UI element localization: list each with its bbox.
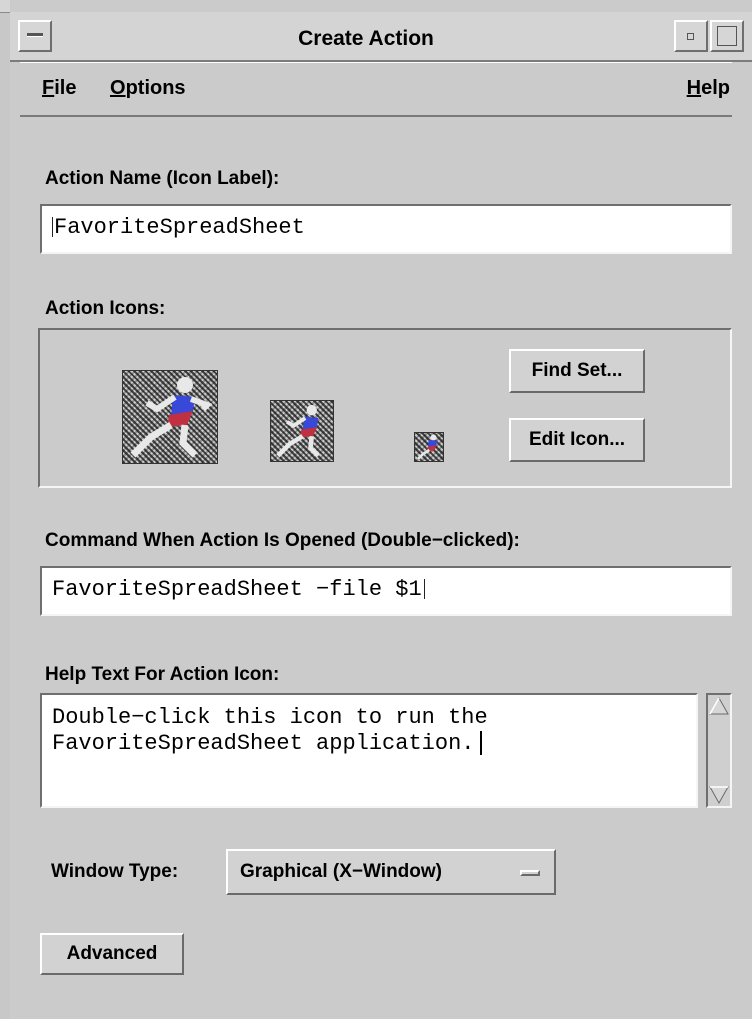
menu-bar: File Options Help: [20, 62, 732, 117]
window-type-option-menu[interactable]: Graphical (X−Window): [226, 849, 556, 895]
help-text-line-2: FavoriteSpreadSheet application.: [52, 731, 686, 757]
window-type-selected: Graphical (X−Window): [240, 861, 442, 882]
runner-icon-medium[interactable]: [270, 400, 334, 462]
maximize-icon[interactable]: [710, 20, 744, 52]
action-name-field[interactable]: FavoriteSpreadSheet: [40, 204, 732, 254]
command-value: FavoriteSpreadSheet −file $1: [52, 577, 422, 602]
scroll-down-arrow-icon[interactable]: [708, 784, 730, 806]
help-text-line-1: Double−click this icon to run the: [52, 705, 488, 730]
find-set-button[interactable]: Find Set...: [509, 349, 645, 393]
action-icons-label: Action Icons:: [45, 298, 166, 319]
help-text-cursor-icon: [480, 731, 483, 756]
menu-file-label: ile: [54, 77, 77, 99]
option-menu-indicator-icon: [520, 870, 540, 876]
title-bar[interactable]: Create Action: [10, 12, 752, 62]
help-text-line-2-text: FavoriteSpreadSheet application.: [52, 731, 475, 756]
window-type-label: Window Type:: [51, 861, 179, 882]
menu-file[interactable]: File: [42, 77, 76, 100]
window-title: Create Action: [298, 27, 434, 50]
menu-options[interactable]: Options: [110, 77, 186, 100]
action-name-value: FavoriteSpreadSheet: [54, 215, 305, 240]
command-cursor-icon: [423, 579, 425, 600]
menu-options-label: ptions: [125, 77, 186, 99]
advanced-button[interactable]: Advanced: [40, 933, 184, 975]
text-cursor-icon: [52, 217, 53, 238]
menu-help-mnemonic: H: [686, 77, 702, 99]
help-text-label: Help Text For Action Icon:: [45, 664, 280, 685]
help-text-scrollbar[interactable]: [706, 693, 732, 808]
menu-help[interactable]: Help: [687, 77, 730, 100]
runner-icon-small[interactable]: [414, 432, 444, 462]
help-text-area[interactable]: Double−click this icon to run the Favorit…: [40, 693, 698, 808]
menu-help-label: elp: [701, 77, 730, 99]
edit-icon-button[interactable]: Edit Icon...: [509, 418, 645, 462]
action-name-label: Action Name (Icon Label):: [45, 168, 280, 189]
window-menu-icon[interactable]: [18, 20, 52, 52]
menu-options-mnemonic: O: [110, 77, 126, 99]
command-field[interactable]: FavoriteSpreadSheet −file $1: [40, 566, 732, 616]
command-label: Command When Action Is Opened (Double−cl…: [45, 530, 520, 551]
runner-icon-large[interactable]: [122, 370, 218, 464]
menu-file-mnemonic: F: [42, 77, 55, 99]
minimize-icon[interactable]: [674, 20, 708, 52]
scroll-up-arrow-icon[interactable]: [708, 695, 730, 717]
